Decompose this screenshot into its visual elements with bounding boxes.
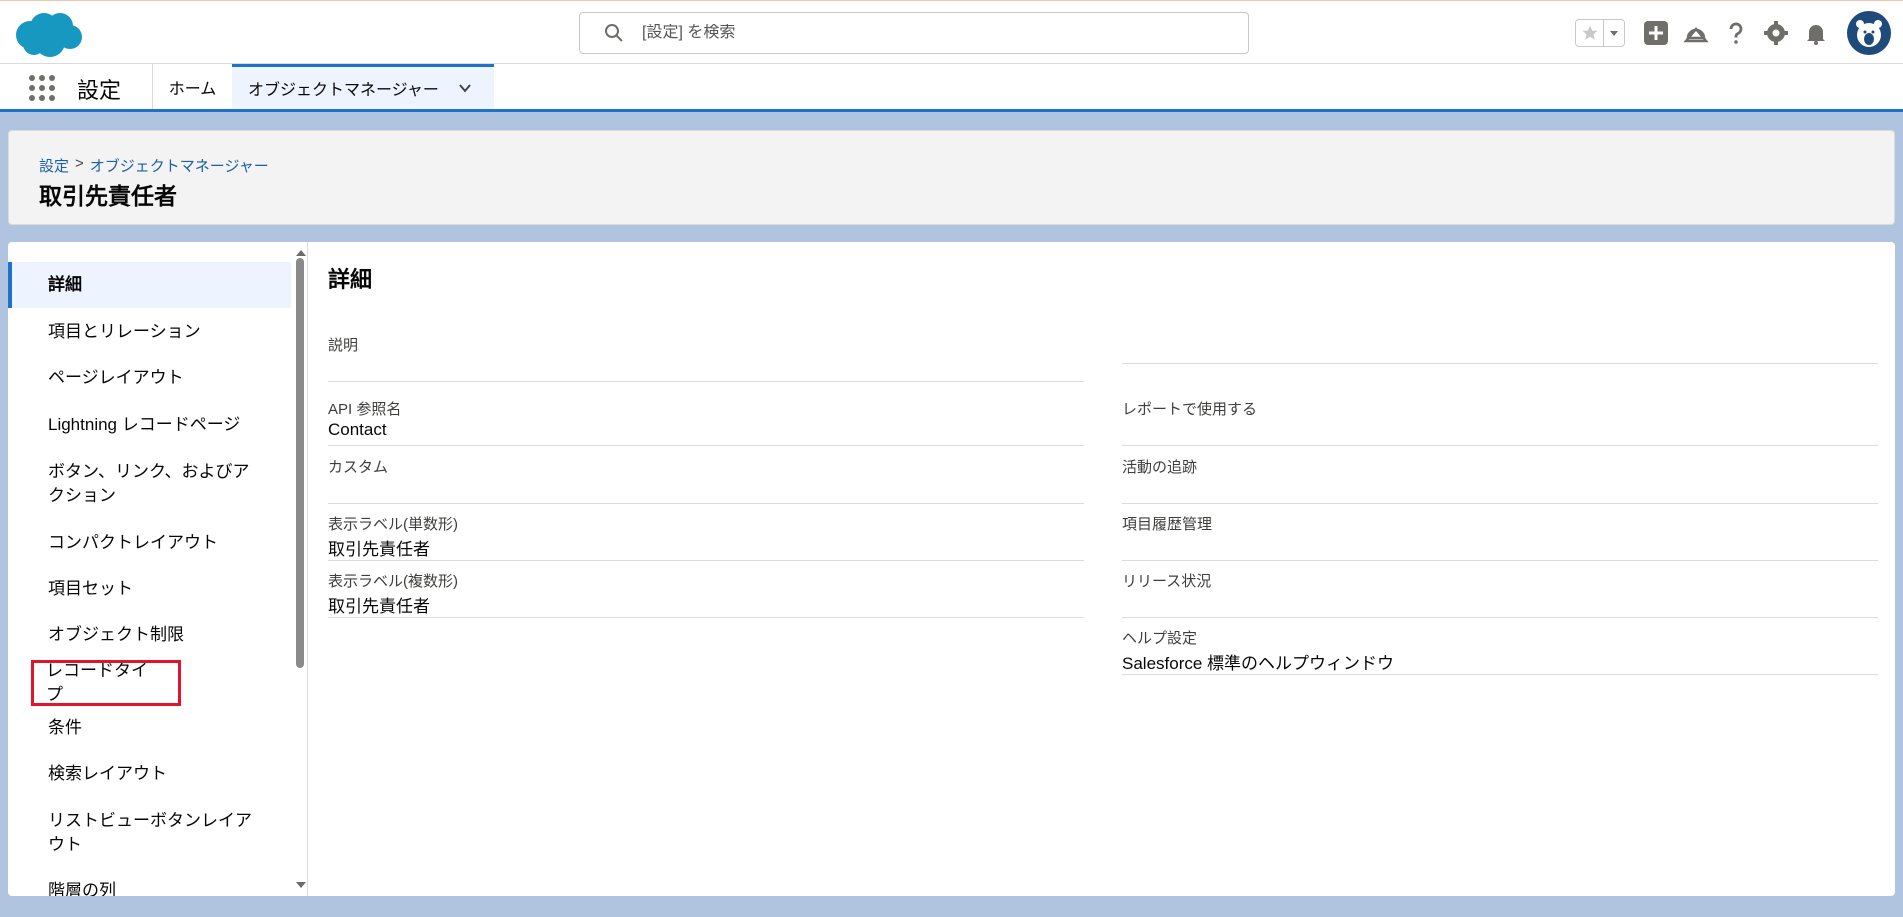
sidebar-item-buttons-links-actions[interactable]: ボタン、リンク、およびアクション (8, 460, 291, 508)
tab-home[interactable]: ホーム (152, 64, 232, 109)
trailhead-icon[interactable] (1683, 20, 1709, 46)
field-description: 説明 (328, 334, 1084, 382)
global-actions-icon[interactable] (1643, 20, 1669, 46)
field-label-singular: 表示ラベル(単数形) 取引先責任者 (328, 513, 1084, 561)
breadcrumb-object-manager-link[interactable]: オブジェクトマネージャー (90, 155, 269, 176)
breadcrumb-setup-link[interactable]: 設定 (39, 155, 69, 176)
help-icon[interactable] (1723, 20, 1749, 46)
field-label: 表示ラベル(単数形) (328, 516, 458, 533)
favorites-dropdown-icon[interactable] (1604, 20, 1624, 46)
field-value: Contact (328, 420, 387, 439)
field-custom: カスタム (328, 456, 1084, 504)
tab-object-manager[interactable]: オブジェクトマネージャー (232, 64, 494, 109)
content-card: 詳細 項目とリレーション ページレイアウト Lightning レコードページ … (8, 242, 1895, 896)
sidebar-item-compact-layouts[interactable]: コンパクトレイアウト (8, 531, 291, 555)
field-label: レポートで使用する (1122, 401, 1258, 418)
sidebar-item-hierarchy-columns[interactable]: 階層の列 (8, 879, 291, 896)
sidebar-item-page-layouts[interactable]: ページレイアウト (8, 366, 291, 390)
scroll-down-arrow-icon[interactable] (296, 876, 306, 894)
field-value: 取引先責任者 (328, 540, 430, 559)
sidebar-item-object-limits[interactable]: オブジェクト制限 (8, 623, 291, 647)
page-title: 取引先責任者 (39, 183, 177, 209)
field-label: API 参照名 (328, 401, 402, 418)
notification-bell-icon[interactable] (1803, 20, 1829, 46)
field-deployment-status: リリース状況 (1122, 570, 1878, 618)
gear-icon[interactable] (1763, 20, 1789, 46)
field-label: 説明 (328, 337, 359, 354)
scrollbar-thumb[interactable] (296, 258, 304, 668)
field-history-tracking: 項目履歴管理 (1122, 513, 1878, 561)
sidebar-item-field-sets[interactable]: 項目セット (8, 577, 291, 601)
sidebar-item-restriction-rules[interactable]: 条件 (8, 716, 291, 740)
sidebar-item-fields-relationships[interactable]: 項目とリレーション (8, 320, 291, 344)
search-input[interactable] (642, 24, 1248, 42)
salesforce-logo[interactable] (12, 9, 84, 59)
global-header (0, 0, 1903, 64)
search-icon (604, 23, 624, 43)
breadcrumb-separator: > (75, 155, 84, 172)
app-name: 設定 (77, 78, 122, 103)
sidebar-scrollbar[interactable] (292, 242, 308, 896)
field-value: Salesforce 標準のヘルプウィンドウ (1122, 654, 1395, 673)
user-avatar[interactable] (1847, 11, 1891, 55)
sidebar-item-search-layouts[interactable]: 検索レイアウト (8, 762, 291, 786)
global-search[interactable] (579, 12, 1249, 54)
page-header: 設定 > オブジェクトマネージャー 取引先責任者 (8, 130, 1895, 225)
object-sidebar: 詳細 項目とリレーション ページレイアウト Lightning レコードページ … (8, 242, 308, 896)
field-api-name: API 参照名 Contact (328, 398, 1084, 446)
header-utility-icons (1575, 11, 1891, 55)
sidebar-item-lightning-record-pages[interactable]: Lightning レコードページ (8, 413, 291, 437)
breadcrumb: 設定 > オブジェクトマネージャー (39, 155, 269, 176)
chevron-down-icon[interactable] (457, 80, 473, 96)
detail-title: 詳細 (328, 267, 373, 292)
field-track-activities: 活動の追跡 (1122, 456, 1878, 504)
detail-panel: 詳細 説明 API 参照名 Contact カスタム 表示ラベル(単数形) 取引… (308, 242, 1895, 896)
field-help-settings: ヘルプ設定 Salesforce 標準のヘルプウィンドウ (1122, 627, 1878, 675)
sidebar-item-record-types[interactable]: レコードタイプ (31, 660, 181, 706)
field-label: 項目履歴管理 (1122, 516, 1213, 533)
field-value: 取引先責任者 (328, 597, 430, 616)
favorite-star-icon[interactable] (1576, 20, 1604, 46)
field-label: カスタム (328, 459, 389, 476)
favorites-group (1575, 19, 1625, 47)
sidebar-item-list-view-button-layout[interactable]: リストビューボタンレイアウト (8, 809, 291, 857)
field-allow-reports: レポートで使用する (1122, 398, 1878, 446)
field-label: リリース状況 (1122, 573, 1212, 590)
field-label: 活動の追跡 (1122, 459, 1198, 476)
field-label-plural: 表示ラベル(複数形) 取引先責任者 (328, 570, 1084, 618)
tab-object-manager-label: オブジェクトマネージャー (248, 82, 439, 99)
app-launcher-icon[interactable] (28, 74, 56, 102)
field-label: ヘルプ設定 (1122, 630, 1198, 647)
sidebar-item-details[interactable]: 詳細 (8, 262, 291, 308)
field-spacer (1122, 334, 1878, 364)
field-label: 表示ラベル(複数形) (328, 573, 458, 590)
app-nav-bar: 設定 ホーム オブジェクトマネージャー (0, 64, 1903, 112)
